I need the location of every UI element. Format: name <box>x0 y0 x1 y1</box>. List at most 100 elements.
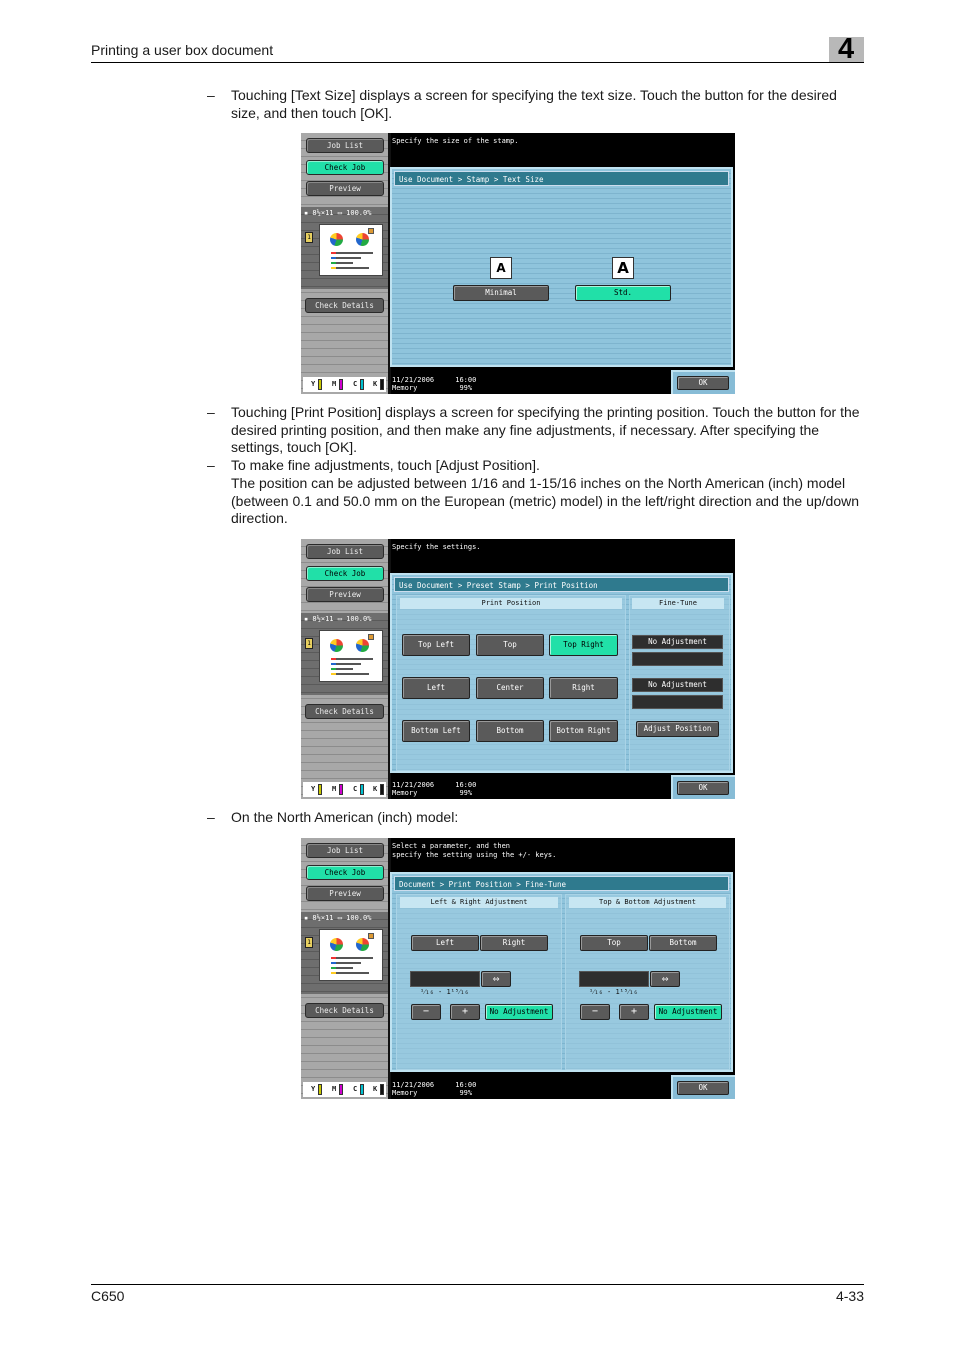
small-text-icon: A <box>490 257 512 279</box>
left-right-toggle-button[interactable]: ⇔ <box>481 971 511 987</box>
preview-thumbnail-area: ▪ 8½×11 ▭ 100.0% 1 <box>301 912 388 994</box>
status-bar: 11/21/2006 16:00 Memory 99% <box>392 781 476 797</box>
status-bar: 11/21/2006 16:00 Memory 99% <box>392 376 476 392</box>
toner-label: Y <box>311 1085 316 1093</box>
ok-button[interactable]: OK <box>677 781 729 795</box>
toner-label: M <box>332 785 337 793</box>
standard-size-button[interactable]: Std. <box>575 285 671 301</box>
position-top-button[interactable]: Top <box>476 634 544 656</box>
memory-value: 99% <box>459 384 473 392</box>
pie-chart-icon <box>356 233 369 246</box>
screenshot-print-position: Job List Check Job Preview ▪ 8½×11 ▭ 100… <box>301 539 735 799</box>
toner-label: M <box>332 380 337 388</box>
toner-label: Y <box>311 380 316 388</box>
top-bottom-plus-button[interactable]: + <box>619 1004 649 1020</box>
page-thumbnail <box>319 630 383 682</box>
pie-chart-icon <box>356 938 369 951</box>
toner-label: K <box>373 785 378 793</box>
chapter-number: 4 <box>838 33 855 65</box>
ok-button[interactable]: OK <box>677 376 729 390</box>
position-left-button[interactable]: Left <box>402 677 470 699</box>
memory-label: Memory <box>392 1089 418 1097</box>
job-list-button[interactable]: Job List <box>306 138 384 153</box>
position-top-left-button[interactable]: Top Left <box>402 634 470 656</box>
job-list-button[interactable]: Job List <box>306 544 384 559</box>
ok-button[interactable]: OK <box>677 1081 729 1095</box>
toner-label: C <box>353 785 358 793</box>
check-job-button[interactable]: Check Job <box>306 160 384 175</box>
toner-bar-magenta <box>339 379 343 390</box>
minimal-size-button[interactable]: Minimal <box>453 285 549 301</box>
left-button[interactable]: Left <box>411 935 479 951</box>
left-right-no-adjustment-button[interactable]: No Adjustment <box>485 1004 553 1020</box>
pie-chart-icon <box>330 938 343 951</box>
top-button[interactable]: Top <box>580 935 648 951</box>
right-button[interactable]: Right <box>480 935 548 951</box>
toner-bar-cyan <box>360 1084 364 1095</box>
top-bottom-value-field[interactable] <box>579 971 649 987</box>
preview-thumbnail-area: ▪ 8½×11 ▭ 100.0% 1 <box>301 613 388 695</box>
left-right-plus-button[interactable]: + <box>450 1004 480 1020</box>
standard-text-icon: A <box>612 257 634 279</box>
main-panel: Document > Print Position > Fine-Tune Le… <box>390 872 733 1072</box>
pie-chart-icon <box>330 639 343 652</box>
breadcrumb: Document > Print Position > Fine-Tune <box>394 876 729 891</box>
main-panel: Use Document > Stamp > Text Size A A Min… <box>390 167 733 367</box>
preview-button[interactable]: Preview <box>306 587 384 602</box>
date: 11/21/2006 <box>392 781 435 789</box>
check-details-button[interactable]: Check Details <box>305 298 384 313</box>
position-bottom-left-button[interactable]: Bottom Left <box>402 720 470 742</box>
time: 16:00 <box>455 781 477 789</box>
left-right-minus-button[interactable]: − <box>411 1004 441 1020</box>
top-bottom-toggle-button[interactable]: ⇔ <box>650 971 680 987</box>
swap-arrows-icon: ⇔ <box>661 972 669 985</box>
check-job-button[interactable]: Check Job <box>306 865 384 880</box>
page-icon: 1 <box>305 638 313 649</box>
check-job-button[interactable]: Check Job <box>306 566 384 581</box>
bullet-print-position: Touching [Print Position] displays a scr… <box>231 404 860 455</box>
top-bottom-no-adjustment-button[interactable]: No Adjustment <box>654 1004 722 1020</box>
toner-bar-cyan <box>360 784 364 795</box>
toner-label: C <box>353 1085 358 1093</box>
bullet-fine-adjust: To make fine adjustments, touch [Adjust … <box>231 457 540 473</box>
toner-label: K <box>373 380 378 388</box>
breadcrumb: Use Document > Preset Stamp > Print Posi… <box>394 577 729 592</box>
position-center-button[interactable]: Center <box>476 677 544 699</box>
preview-button[interactable]: Preview <box>306 886 384 901</box>
bullet-text-size: Touching [Text Size] displays a screen f… <box>231 87 837 121</box>
left-right-value-field[interactable] <box>410 971 480 987</box>
position-bottom-right-button[interactable]: Bottom Right <box>549 720 618 742</box>
top-bottom-minus-button[interactable]: − <box>580 1004 610 1020</box>
job-list-button[interactable]: Job List <box>306 843 384 858</box>
bullet-dash: – <box>207 87 215 103</box>
page-thumbnail <box>319 929 383 981</box>
screenshot-fine-tune: Job List Check Job Preview ▪ 8½×11 ▭ 100… <box>301 838 735 1099</box>
date: 11/21/2006 <box>392 376 435 384</box>
page-thumbnail <box>319 224 383 276</box>
footer-page-number: 4-33 <box>835 1288 864 1304</box>
preview-thumbnail-area: ▪ 8½×11 ▭ 100.0% 1 <box>301 207 388 289</box>
bullet-dash: – <box>207 457 215 473</box>
print-position-header: Print Position <box>400 598 622 609</box>
top-bottom-header: Top & Bottom Adjustment <box>569 897 726 908</box>
preview-button[interactable]: Preview <box>306 181 384 196</box>
fine-tune-header: Fine-Tune <box>632 598 724 609</box>
position-top-right-button[interactable]: Top Right <box>549 634 618 656</box>
page-icon: 1 <box>305 937 313 948</box>
adjust-position-button[interactable]: Adjust Position <box>636 721 719 737</box>
check-details-button[interactable]: Check Details <box>305 704 384 719</box>
running-header: Printing a user box document <box>91 42 274 58</box>
footer-model: C650 <box>91 1288 125 1304</box>
pie-chart-icon <box>330 233 343 246</box>
check-details-button[interactable]: Check Details <box>305 1003 384 1018</box>
horizontal-fine-tune-value: No Adjustment <box>632 635 723 649</box>
stamp-icon <box>368 634 374 640</box>
left-right-header: Left & Right Adjustment <box>400 897 558 908</box>
toner-bar-yellow <box>318 784 322 795</box>
bottom-button[interactable]: Bottom <box>649 935 717 951</box>
position-right-button[interactable]: Right <box>549 677 618 699</box>
position-bottom-button[interactable]: Bottom <box>476 720 544 742</box>
memory-label: Memory <box>392 789 418 797</box>
bullet-dash: – <box>207 404 215 420</box>
main-panel: Use Document > Preset Stamp > Print Posi… <box>390 573 733 773</box>
